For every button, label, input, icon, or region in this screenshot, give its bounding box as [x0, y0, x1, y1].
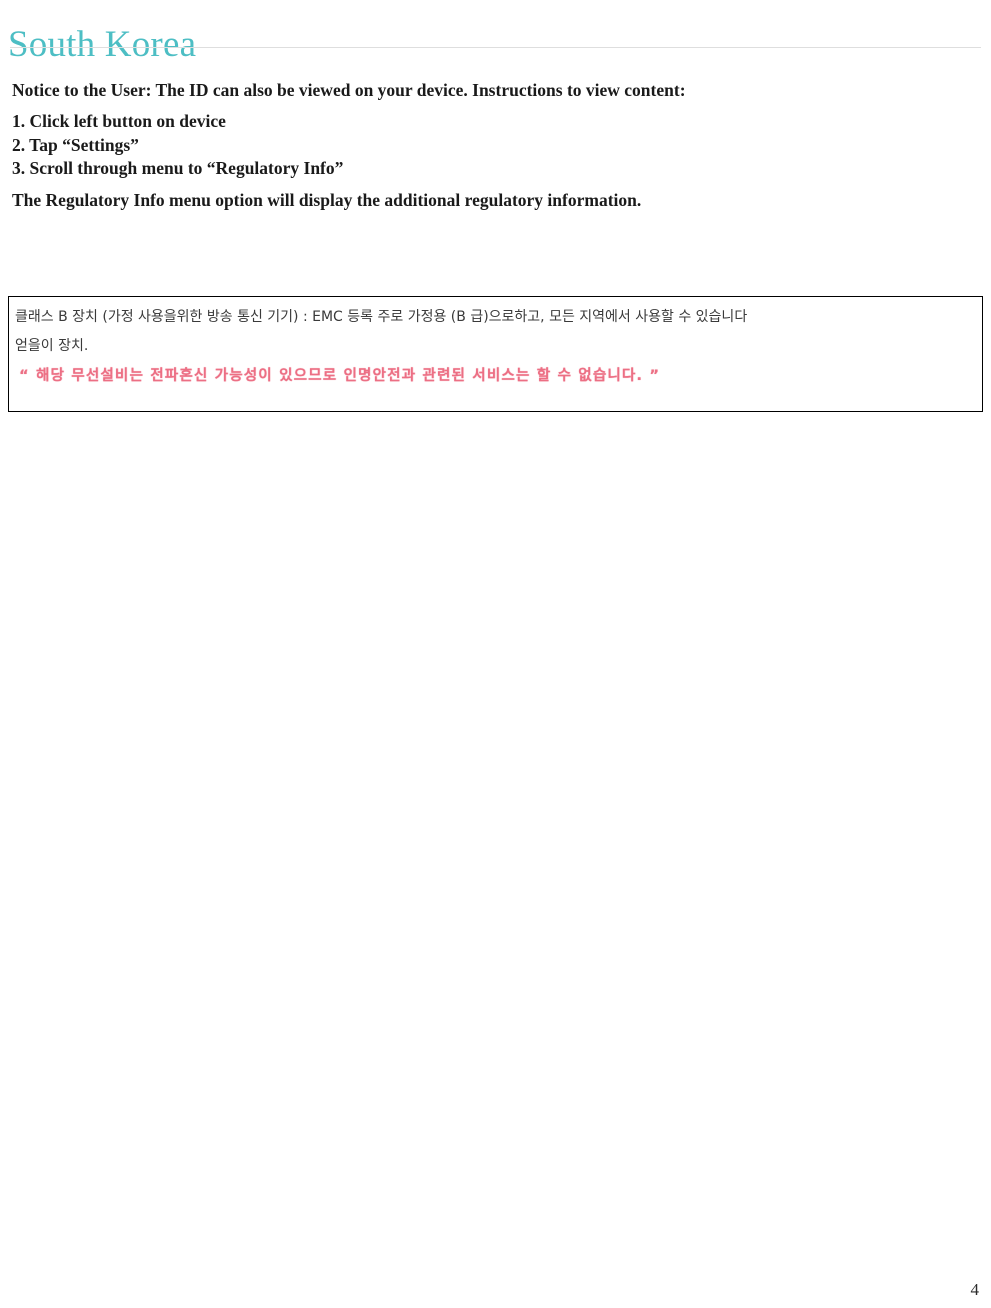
regulatory-notice-box: 클래스 B 장치 (가정 사용을위한 방송 통신 기기) : EMC 등록 주로… — [8, 296, 983, 412]
page-title: South Korea — [8, 23, 197, 65]
regulatory-korean-line-2: 얻을이 장치. — [15, 338, 89, 354]
document-page: South Korea Notice to the User: The ID c… — [0, 0, 991, 1308]
page-number: 4 — [970, 1280, 980, 1299]
regulatory-korean-line-1: 클래스 B 장치 (가정 사용을위한 방송 통신 기기) : EMC 등록 주로… — [15, 309, 748, 325]
regulatory-korean-warning-line: “ 해당 무선설비는 전파혼신 가능성이 있으므로 인명안전과 관련된 서비스는… — [19, 368, 661, 384]
notice-lead-line: Notice to the User: The ID can also be v… — [12, 80, 686, 100]
title-divider — [10, 47, 981, 48]
notice-step-1: 1. Click left button on device — [12, 111, 226, 131]
notice-step-2: 2. Tap “Settings” — [12, 134, 139, 155]
notice-text-block: Notice to the User: The ID can also be v… — [12, 78, 972, 213]
notice-tail-line: The Regulatory Info menu option will dis… — [12, 189, 642, 210]
notice-step-3: 3. Scroll through menu to “Regulatory In… — [12, 158, 344, 178]
